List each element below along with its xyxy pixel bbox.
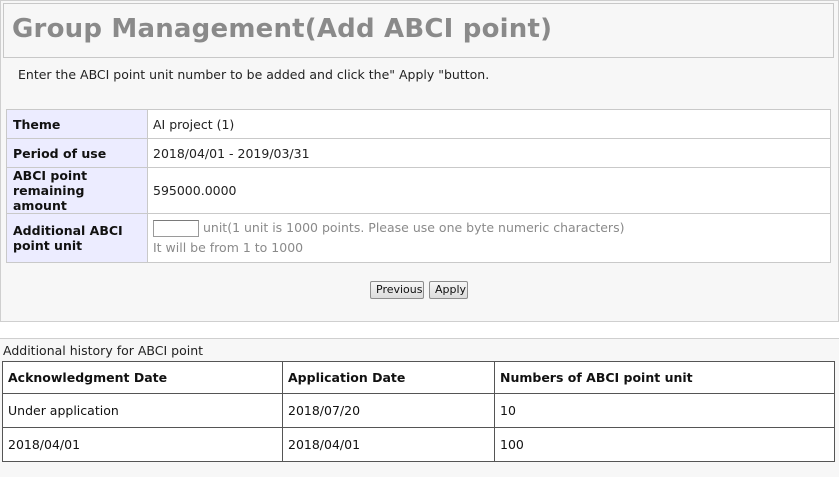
period-value: 2018/04/01 - 2019/03/31 <box>147 138 831 168</box>
unit-note: unit(1 unit is 1000 points. Please use o… <box>202 220 625 235</box>
theme-value: AI project (1) <box>147 109 831 139</box>
additional-value-cell: unit(1 unit is 1000 points. Please use o… <box>147 213 831 263</box>
point-units-cell: 10 <box>494 393 835 428</box>
theme-label: Theme <box>6 109 148 139</box>
apply-button[interactable]: Apply <box>429 281 468 299</box>
additional-label-line2: point unit <box>13 238 83 253</box>
form-row-theme: Theme AI project (1) <box>6 109 831 139</box>
range-hint: It will be from 1 to 1000 <box>153 240 304 255</box>
acknowledgment-date-cell: 2018/04/01 <box>2 427 283 462</box>
page-header: Group Management(Add ABCI point) <box>3 3 834 58</box>
header-acknowledgment-date: Acknowledgment Date <box>2 361 283 394</box>
additional-label-line1: Additional ABCI <box>13 223 123 238</box>
period-label: Period of use <box>6 138 148 168</box>
additional-unit-input[interactable] <box>153 220 199 237</box>
form-row-period: Period of use 2018/04/01 - 2019/03/31 <box>6 138 831 168</box>
remaining-label-line1: ABCI point <box>13 168 88 183</box>
form-row-additional: Additional ABCI point unit unit(1 unit i… <box>6 213 831 263</box>
history-table: Acknowledgment Date Application Date Num… <box>2 361 835 462</box>
remaining-label-line2: remaining amount <box>13 183 85 213</box>
header-application-date: Application Date <box>282 361 495 394</box>
application-date-cell: 2018/07/20 <box>282 393 495 428</box>
remaining-value: 595000.0000 <box>147 167 831 214</box>
form-row-remaining: ABCI point remaining amount 595000.0000 <box>6 167 831 214</box>
add-point-form: Theme AI project (1) Period of use 2018/… <box>6 109 831 263</box>
header-point-units: Numbers of ABCI point unit <box>494 361 835 394</box>
history-caption: Additional history for ABCI point <box>3 343 204 358</box>
page-title: Group Management(Add ABCI point) <box>12 14 553 44</box>
instruction-text: Enter the ABCI point unit number to be a… <box>18 67 490 82</box>
application-date-cell: 2018/04/01 <box>282 427 495 462</box>
table-row: Under application 2018/07/20 10 <box>2 393 835 428</box>
previous-button[interactable]: Previous <box>370 281 424 299</box>
point-units-cell: 100 <box>494 427 835 462</box>
history-header-row: Acknowledgment Date Application Date Num… <box>2 361 835 394</box>
additional-label: Additional ABCI point unit <box>6 213 148 263</box>
table-row: 2018/04/01 2018/04/01 100 <box>2 427 835 462</box>
remaining-label: ABCI point remaining amount <box>6 167 148 214</box>
unit-line: unit(1 unit is 1000 points. Please use o… <box>153 219 825 237</box>
acknowledgment-date-cell: Under application <box>2 393 283 428</box>
